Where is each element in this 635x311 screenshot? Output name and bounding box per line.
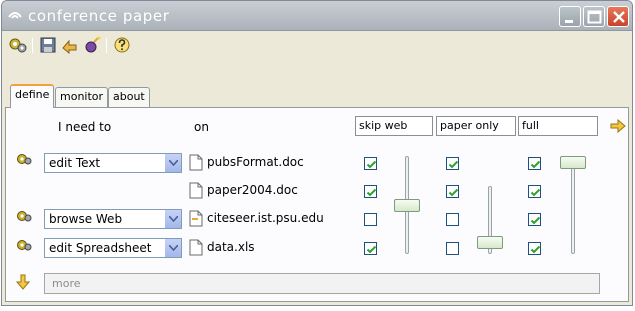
document-name: citeseer.ist.psu.edu: [207, 211, 324, 225]
tab-monitor[interactable]: monitor: [55, 87, 109, 107]
chevron-down-icon[interactable]: [164, 239, 181, 257]
tab-define[interactable]: define: [10, 84, 55, 108]
toolbar-separator: [32, 38, 33, 53]
document-icon: [189, 239, 203, 256]
more-input[interactable]: more: [44, 273, 600, 294]
skip-web-slider[interactable]: [394, 199, 420, 212]
maximize-button[interactable]: [583, 6, 605, 27]
verb-select-edit-text[interactable]: edit Text: [44, 153, 182, 173]
next-arrow-icon[interactable]: [610, 118, 626, 134]
full-checkbox[interactable]: [528, 185, 541, 198]
chevron-down-icon[interactable]: [164, 210, 181, 228]
paper-only-checkbox[interactable]: [446, 213, 459, 226]
full-slider-track[interactable]: [571, 156, 575, 254]
tab-about[interactable]: about: [108, 87, 150, 107]
document-name: paper2004.doc: [207, 183, 298, 197]
document-name: pubsFormat.doc: [207, 155, 304, 169]
full-slider[interactable]: [560, 156, 586, 169]
document-icon: [189, 182, 203, 199]
skip-web-header[interactable]: skip web: [355, 116, 433, 136]
define-panel: I need to on skip web paper only full ed…: [5, 107, 629, 302]
action-icon: [16, 238, 32, 252]
skip-web-checkbox[interactable]: [364, 157, 377, 170]
title-bar[interactable]: conference paper: [2, 1, 632, 31]
wizard-icon[interactable]: [83, 36, 103, 54]
verb-select-browse-web[interactable]: browse Web: [44, 209, 182, 229]
paper-only-header[interactable]: paper only: [436, 116, 516, 136]
help-icon[interactable]: [113, 36, 133, 54]
skip-web-checkbox[interactable]: [364, 242, 377, 255]
document-icon: [189, 154, 203, 171]
paper-only-checkbox[interactable]: [446, 157, 459, 170]
verb-label: browse Web: [49, 212, 123, 226]
app-icon: [7, 8, 23, 22]
action-column-header: I need to: [58, 120, 112, 134]
web-page-icon: [189, 210, 203, 227]
minimize-button[interactable]: [559, 6, 581, 27]
share-icon[interactable]: [60, 36, 80, 54]
paper-only-checkbox[interactable]: [446, 242, 459, 255]
window-title: conference paper: [28, 7, 170, 25]
skip-web-checkbox[interactable]: [364, 213, 377, 226]
paper-only-slider[interactable]: [477, 236, 503, 249]
action-icon: [16, 152, 32, 166]
full-checkbox[interactable]: [528, 157, 541, 170]
object-column-header: on: [194, 120, 209, 134]
document-name: data.xls: [207, 240, 255, 254]
verb-label: edit Spreadsheet: [49, 241, 152, 255]
skip-web-checkbox[interactable]: [364, 185, 377, 198]
toolbar-separator: [106, 38, 107, 53]
tools-icon[interactable]: [8, 36, 28, 54]
chevron-down-icon[interactable]: [164, 154, 181, 172]
close-button[interactable]: [607, 6, 629, 27]
full-header[interactable]: full: [518, 116, 598, 136]
down-arrow-icon[interactable]: [15, 274, 31, 290]
action-icon: [16, 209, 32, 223]
app-window: conference paper define monitor about I …: [1, 0, 633, 306]
paper-only-checkbox[interactable]: [446, 185, 459, 198]
verb-select-edit-spreadsheet[interactable]: edit Spreadsheet: [44, 238, 182, 258]
verb-label: edit Text: [49, 156, 101, 170]
full-checkbox[interactable]: [528, 242, 541, 255]
save-icon[interactable]: [39, 36, 59, 54]
tab-strip: define monitor about: [2, 81, 632, 108]
toolbar: [2, 32, 632, 58]
full-checkbox[interactable]: [528, 213, 541, 226]
